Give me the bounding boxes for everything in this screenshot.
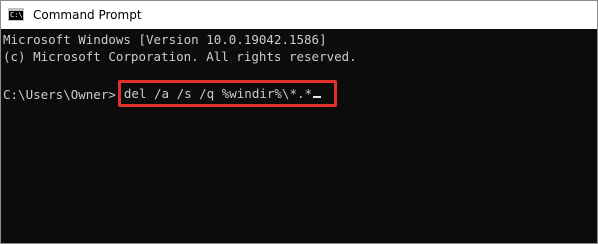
cmd-icon-glyph: C:\ — [10, 11, 23, 19]
window-title: Command Prompt — [33, 8, 142, 22]
title-bar[interactable]: C:\ Command Prompt — [1, 1, 597, 29]
console-line-copyright: (c) Microsoft Corporation. All rights re… — [3, 49, 357, 64]
prompt-path: C:\Users\Owner> — [3, 87, 116, 102]
cmd-window-icon[interactable]: C:\ — [8, 8, 24, 21]
console-prompt-line: C:\Users\Owner> del /a /s /q %windir%\*.* — [3, 80, 338, 107]
console-output[interactable]: Microsoft Windows [Version 10.0.19042.15… — [1, 29, 597, 243]
highlighted-command-box: del /a /s /q %windir%\*.* — [117, 80, 338, 107]
text-cursor — [313, 96, 322, 98]
command-prompt-window: C:\ Command Prompt Microsoft Windows [Ve… — [0, 0, 598, 244]
command-text[interactable]: del /a /s /q %windir%\*.* — [124, 86, 312, 101]
